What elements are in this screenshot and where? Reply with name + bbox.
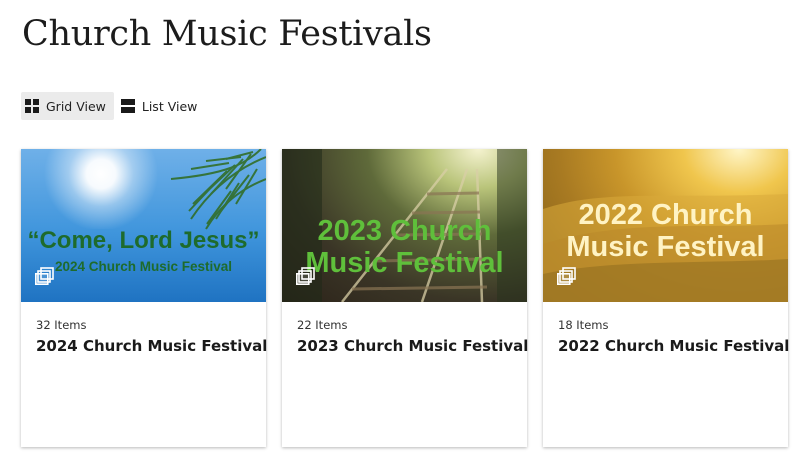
- album-title[interactable]: 2024 Church Music Festival: [36, 337, 267, 355]
- album-title[interactable]: 2023 Church Music Festival: [297, 337, 528, 355]
- album-stack-icon: [35, 267, 55, 289]
- album-card[interactable]: 2022 Church Music Festival 18 Items 2022…: [543, 149, 789, 447]
- thumbnail-title-line2: Music Festival: [566, 231, 765, 263]
- album-stack-icon: [557, 267, 577, 289]
- item-count: 22 Items: [297, 318, 348, 332]
- grid-icon: [25, 99, 39, 113]
- view-toggle: Grid View List View: [21, 92, 205, 120]
- thumbnail-title-line2: 2024 Church Music Festival: [54, 259, 233, 274]
- list-icon: [120, 99, 135, 113]
- grid-view-button[interactable]: Grid View: [21, 92, 114, 120]
- thumbnail-title-line1: “Come, Lord Jesus”: [27, 227, 260, 254]
- album-stack-icon: [296, 267, 316, 289]
- album-thumbnail[interactable]: 2022 Church Music Festival: [543, 149, 788, 302]
- item-count: 18 Items: [558, 318, 609, 332]
- palm-leaves: [170, 149, 266, 230]
- list-view-label: List View: [141, 98, 198, 114]
- album-card[interactable]: 2023 Church Music Festival 22 Items 2023…: [282, 149, 528, 447]
- thumbnail-title-line1: 2022 Church: [578, 199, 753, 231]
- grid-view-label: Grid View: [46, 98, 106, 114]
- item-count: 32 Items: [36, 318, 87, 332]
- album-title[interactable]: 2022 Church Music Festival: [558, 337, 789, 355]
- page-title: Church Music Festivals: [22, 14, 432, 54]
- thumbnail-title-line1: 2023 Church: [317, 215, 492, 247]
- album-thumbnail[interactable]: “Come, Lord Jesus” 2024 Church Music Fes…: [21, 149, 266, 302]
- album-card[interactable]: “Come, Lord Jesus” 2024 Church Music Fes…: [21, 149, 267, 447]
- list-view-button[interactable]: List View: [117, 92, 206, 120]
- album-thumbnail[interactable]: 2023 Church Music Festival: [282, 149, 527, 302]
- thumbnail-title-line2: Music Festival: [305, 247, 504, 279]
